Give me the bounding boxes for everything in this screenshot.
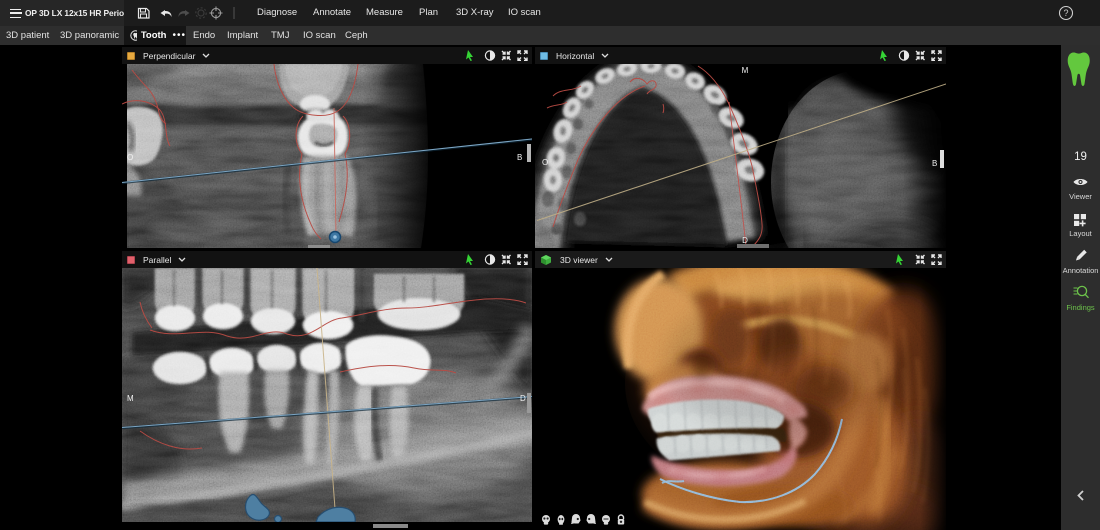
svg-text:O: O — [127, 153, 133, 162]
svg-text:M: M — [127, 394, 134, 403]
svg-text:Layout: Layout — [1069, 229, 1092, 238]
svg-text:Viewer: Viewer — [1069, 192, 1092, 201]
svg-text:B: B — [517, 153, 522, 162]
svg-text:?: ? — [1063, 8, 1068, 18]
svg-text:Findings: Findings — [1066, 303, 1095, 312]
svg-text:D: D — [742, 236, 748, 245]
svg-text:M: M — [742, 66, 749, 75]
svg-text:O: O — [542, 158, 548, 167]
svg-text:19: 19 — [1074, 151, 1087, 163]
svg-text:B: B — [932, 159, 937, 168]
svg-text:Annotation: Annotation — [1063, 266, 1099, 275]
svg-text:D: D — [520, 394, 526, 403]
